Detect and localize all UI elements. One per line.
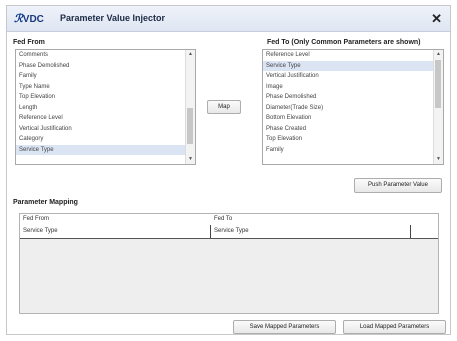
list-item[interactable]: Phase Demolished <box>263 92 433 103</box>
list-item[interactable]: Category <box>16 134 185 145</box>
logo-mark-icon: ℛ <box>14 13 23 25</box>
list-item[interactable]: Phase Demolished <box>16 61 185 72</box>
column-header-fed-from[interactable]: Fed From <box>20 214 211 225</box>
fed-to-listbox[interactable]: Reference Level Service Type Vertical Just… <box>262 49 444 165</box>
list-item[interactable]: Vertical Justification <box>16 124 185 135</box>
cell-fed-from: Service Type <box>20 225 211 238</box>
dialog-window: ℛVDC Parameter Value Injector ✕ Fed From… <box>6 5 451 335</box>
list-item[interactable]: Image <box>263 82 433 93</box>
scroll-thumb[interactable] <box>187 108 193 144</box>
list-item[interactable]: Family <box>263 145 433 156</box>
list-item[interactable]: Diameter(Trade Size) <box>263 103 433 114</box>
fed-to-label: Fed To (Only Common Parameters are shown… <box>267 39 421 46</box>
scroll-thumb[interactable] <box>435 60 441 108</box>
list-item[interactable]: Comments <box>16 50 185 61</box>
list-item[interactable]: Service Type <box>16 144 185 155</box>
app-logo: ℛVDC <box>14 12 44 25</box>
fed-from-label: Fed From <box>13 39 45 46</box>
list-item[interactable]: Family <box>16 71 185 82</box>
up-arrow-icon[interactable]: ▲ <box>434 50 443 59</box>
up-arrow-icon[interactable]: ▲ <box>186 50 195 59</box>
list-item[interactable]: Top Elevation <box>263 134 433 145</box>
close-icon[interactable]: ✕ <box>431 11 442 27</box>
load-mapped-parameters-button[interactable]: Load Mapped Parameters <box>343 320 446 334</box>
list-item[interactable]: Bottom Elevation <box>263 113 433 124</box>
logo-text: VDC <box>22 14 44 25</box>
table-row[interactable]: Service Type Service Type <box>20 225 438 239</box>
list-item[interactable]: Vertical Justification <box>263 71 433 82</box>
list-item[interactable]: Type Name <box>16 82 185 93</box>
fed-to-scrollbar[interactable]: ▲ ▼ <box>433 50 443 164</box>
fed-to-items: Reference Level Service Type Vertical Just… <box>263 50 433 155</box>
fed-from-items: Comments Phase Demolished Family Type Name T… <box>16 50 185 155</box>
list-item[interactable]: Reference Level <box>263 50 433 61</box>
list-item[interactable]: Reference Level <box>16 113 185 124</box>
fed-from-listbox[interactable]: Comments Phase Demolished Family Type Name T… <box>15 49 196 165</box>
list-item[interactable]: Service Type <box>263 60 433 71</box>
mapping-grid[interactable]: Fed From Fed To Service Type Service Typ… <box>19 213 439 314</box>
list-item[interactable]: Phase Created <box>263 124 433 135</box>
list-item[interactable]: Length <box>16 103 185 114</box>
push-parameter-value-button[interactable]: Push Parameter Value <box>354 178 442 193</box>
map-button[interactable]: Map <box>207 100 241 114</box>
cell-fed-to: Service Type <box>211 225 411 238</box>
save-mapped-parameters-button[interactable]: Save Mapped Parameters <box>233 320 336 334</box>
window-title: Parameter Value Injector <box>60 13 166 23</box>
fed-from-scrollbar[interactable]: ▲ ▼ <box>185 50 195 164</box>
column-header-fed-to[interactable]: Fed To <box>211 214 411 225</box>
down-arrow-icon[interactable]: ▼ <box>434 155 443 164</box>
title-bar: ℛVDC Parameter Value Injector ✕ <box>7 6 450 32</box>
parameter-mapping-label: Parameter Mapping <box>13 199 78 206</box>
down-arrow-icon[interactable]: ▼ <box>186 155 195 164</box>
list-item[interactable]: Top Elevation <box>16 92 185 103</box>
